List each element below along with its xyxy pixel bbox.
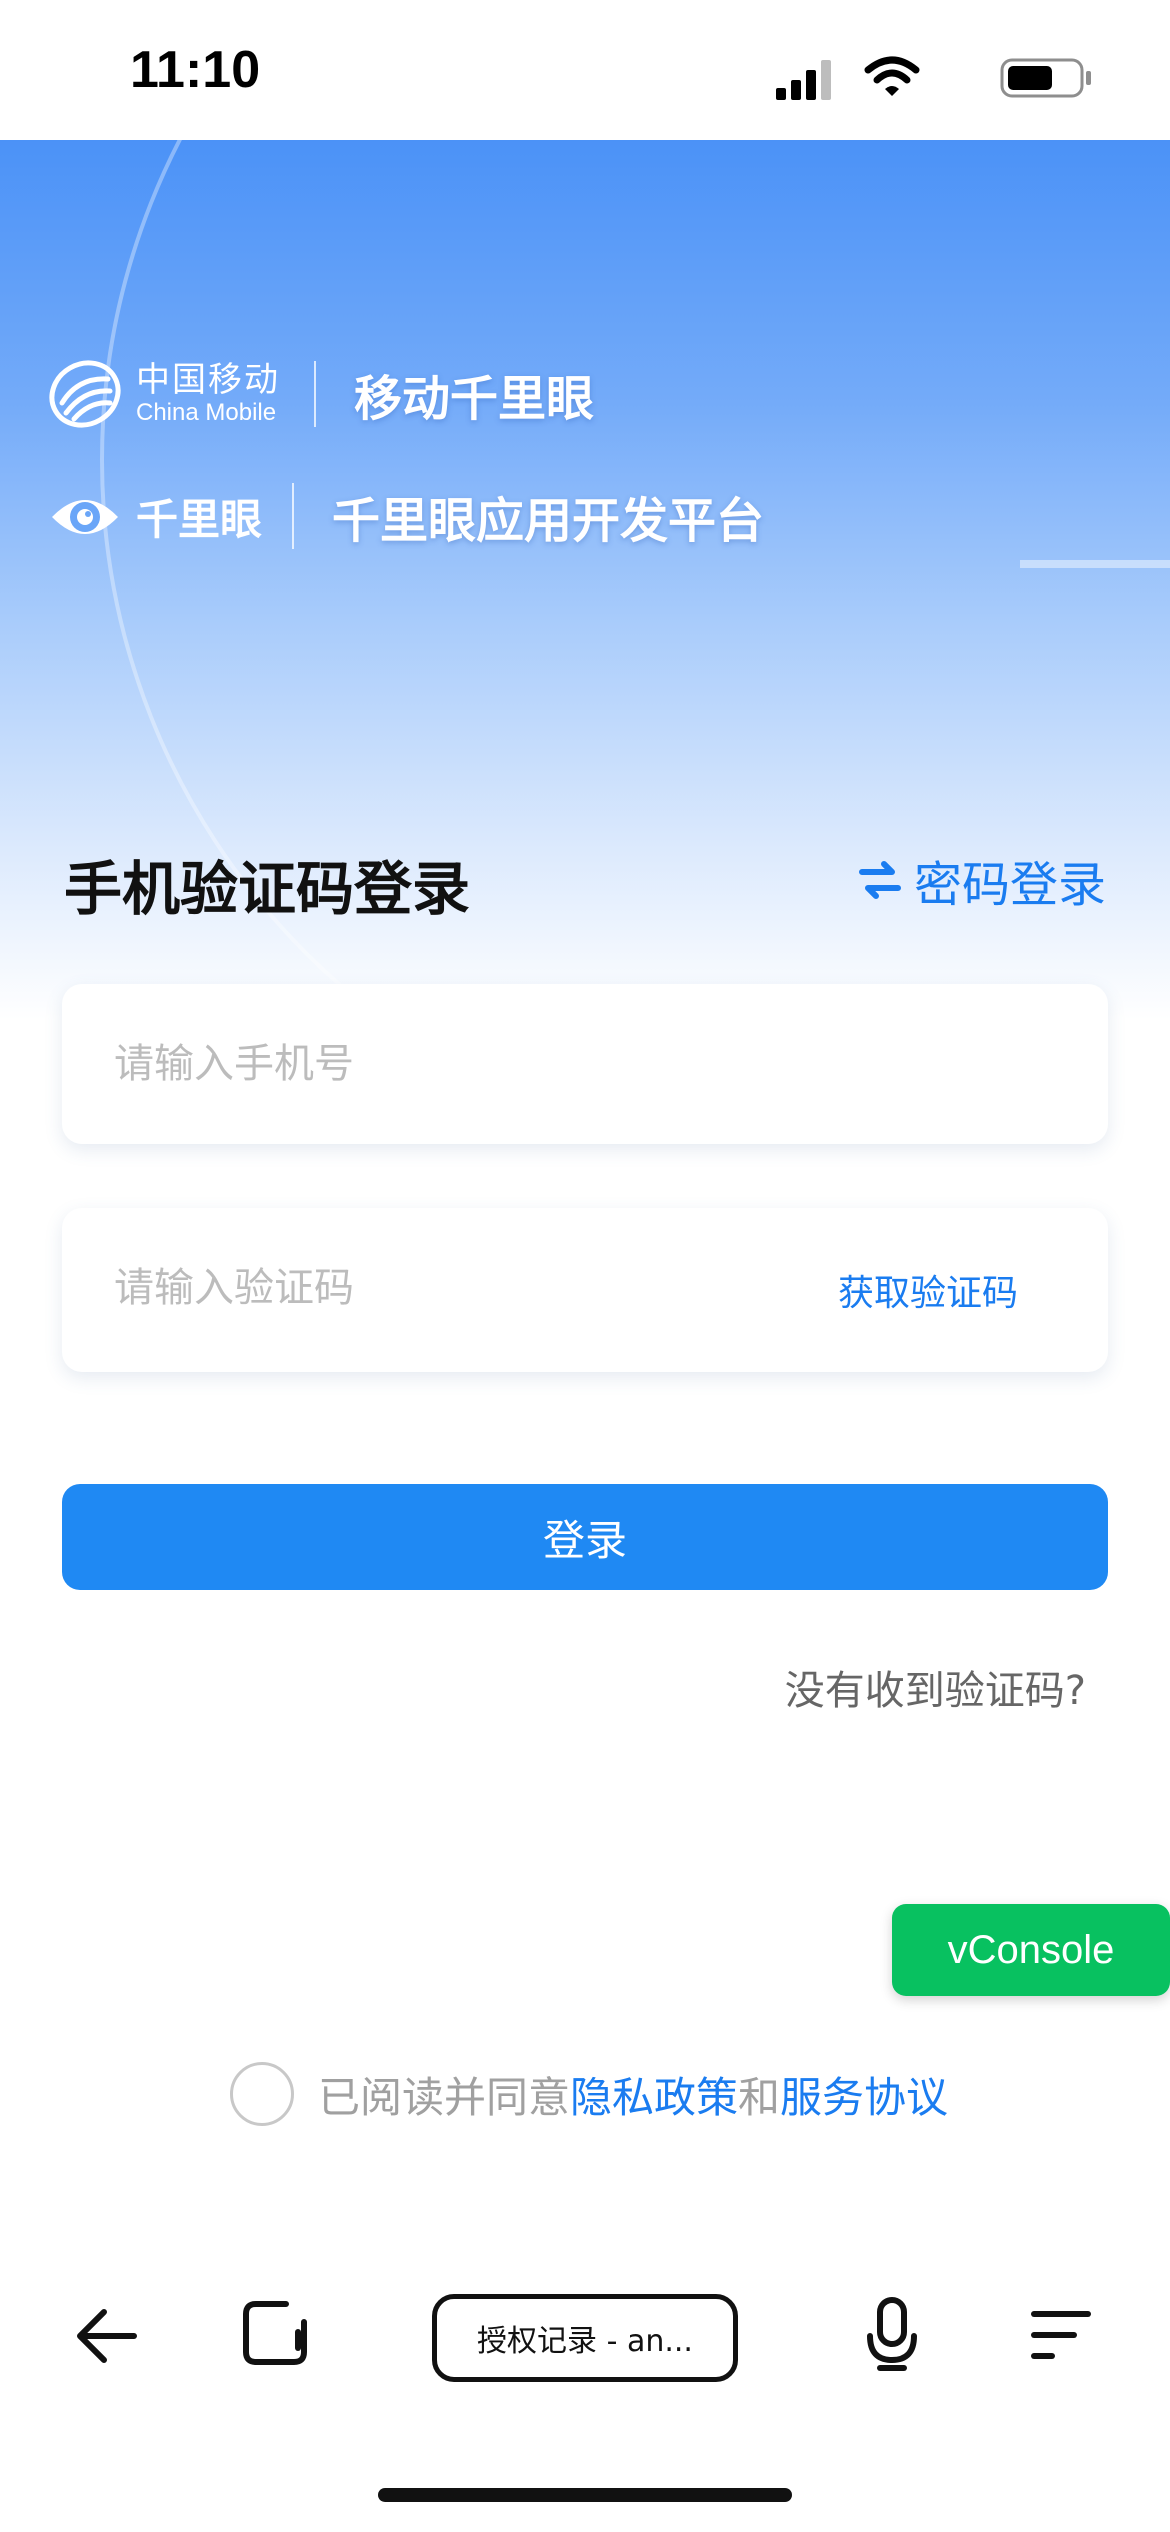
agreement-row: 已阅读并同意 隐私政策 和 服务协议	[230, 2062, 948, 2126]
get-code-button[interactable]: 获取验证码	[838, 1264, 1018, 1316]
page-title-pill[interactable]: 授权记录 - an...	[432, 2294, 738, 2382]
hero-decoration-line	[1020, 560, 1170, 568]
china-mobile-logo-icon	[49, 360, 121, 428]
status-bar: 11:10	[0, 0, 1170, 140]
login-button[interactable]: 登录	[62, 1484, 1108, 1590]
agreement-checkbox[interactable]	[230, 2062, 294, 2126]
menu-icon[interactable]	[1030, 2308, 1092, 2362]
brand-divider	[292, 483, 294, 549]
phone-input[interactable]	[112, 1024, 812, 1104]
status-icons	[694, 52, 1094, 100]
agreement-prefix: 已阅读并同意	[318, 2072, 571, 2122]
verification-code-input[interactable]	[112, 1248, 812, 1328]
browser-toolbar: 授权记录 - an...	[0, 2250, 1170, 2420]
privacy-policy-link[interactable]: 隐私政策	[570, 2064, 738, 2125]
password-login-label: 密码登录	[913, 857, 1106, 913]
wifi-icon	[864, 56, 920, 96]
agreement-conjunction: 和	[738, 2072, 781, 2122]
platform-name: 千里眼应用开发平台	[332, 493, 765, 549]
password-login-switch[interactable]: 密码登录	[858, 848, 1106, 913]
tabs-icon[interactable]	[242, 2300, 308, 2366]
service-agreement-link[interactable]: 服务协议	[780, 2064, 948, 2125]
microphone-icon[interactable]	[866, 2296, 918, 2372]
vconsole-button[interactable]: vConsole	[892, 1904, 1170, 1996]
swap-icon	[858, 861, 901, 899]
china-mobile-wordmark: 中国移动 China Mobile	[136, 363, 280, 425]
brand-row-china-mobile: 中国移动 China Mobile 移动千里眼	[48, 354, 1048, 434]
home-indicator	[378, 2488, 792, 2502]
china-mobile-cn: 中国移动	[136, 360, 280, 400]
phone-field-container	[62, 984, 1108, 1144]
cellular-signal-icon	[776, 60, 831, 100]
status-time: 11:10	[130, 41, 261, 99]
china-mobile-en: China Mobile	[136, 399, 277, 426]
battery-icon	[1000, 58, 1091, 98]
brand-row-qianliyan: 千里眼 千里眼应用开发平台	[48, 476, 1048, 556]
brand-divider	[314, 361, 316, 427]
no-code-link[interactable]: 没有收到验证码?	[785, 1658, 1086, 1716]
qianliyan-logo-icon	[52, 500, 118, 534]
screen: 11:10 中国移动 China Mobile 移动千里眼 千里眼 千里眼应用开…	[0, 0, 1170, 2532]
qianliyan-logo-text: 千里眼	[136, 494, 263, 544]
app-name: 移动千里眼	[354, 371, 595, 427]
login-title: 手机验证码登录	[64, 855, 471, 923]
code-field-container: 获取验证码	[62, 1208, 1108, 1372]
back-arrow-icon[interactable]	[74, 2304, 138, 2368]
